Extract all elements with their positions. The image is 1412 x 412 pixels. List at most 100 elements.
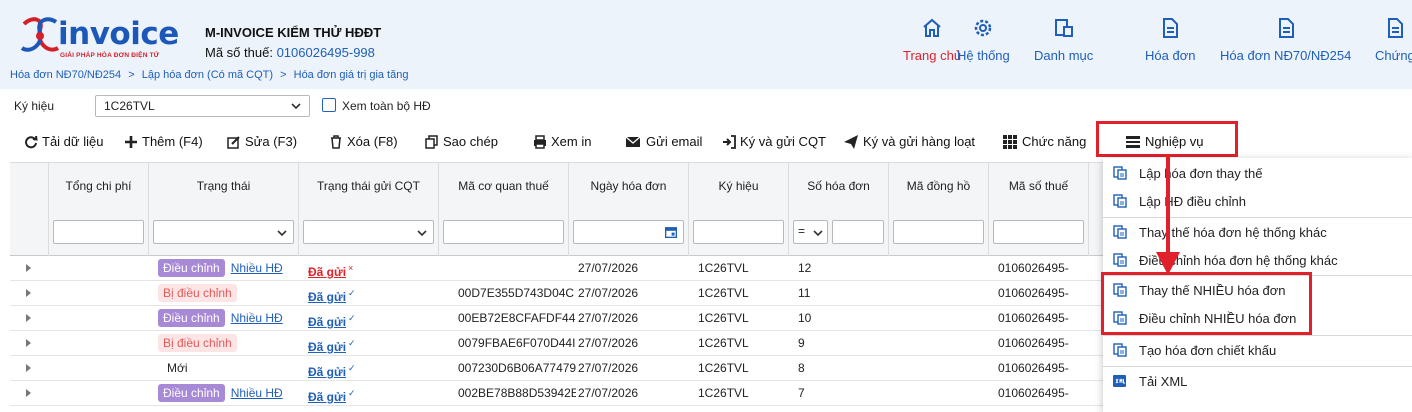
column-header-symbol[interactable]: Ký hiệu	[688, 162, 788, 210]
column-header-invoice-date[interactable]: Ngày hóa đơn	[568, 162, 688, 210]
nav-label: Hệ thống	[957, 48, 1010, 63]
tax-id-cell: 0106026495-	[998, 261, 1069, 275]
filter-cell: =	[788, 210, 888, 256]
status-cell: Bị điều chỉnh	[158, 281, 237, 306]
filter-total-cost-input[interactable]	[53, 220, 144, 244]
filter-cell	[48, 210, 148, 256]
menu-item-create-discount[interactable]: Tạo hóa đơn chiết khấu	[1103, 336, 1412, 364]
breadcrumb-separator: >	[128, 69, 135, 81]
filter-symbol-input[interactable]	[693, 220, 784, 244]
nav-label: Danh mục	[1034, 48, 1094, 63]
logo-tagline: GIẢI PHÁP HÓA ĐƠN ĐIỆN TỬ	[60, 52, 160, 59]
send-ok-icon: ✓	[348, 363, 356, 373]
cqt-sent-link[interactable]: Đã gửi	[308, 340, 346, 354]
expand-row-icon[interactable]	[26, 314, 31, 322]
nav-catalog[interactable]: Danh mục	[1034, 16, 1093, 63]
column-header-tax-id[interactable]: Mã số thuế	[988, 162, 1088, 210]
invoice-number-cell: 11	[798, 286, 811, 300]
bulk-sign-send-button[interactable]: Ký và gửi hàng loạt	[843, 134, 975, 149]
chevron-down-icon	[813, 230, 823, 237]
tax-id-cell: 0106026495-	[998, 386, 1069, 400]
breadcrumb: Hóa đơn NĐ70/NĐ254 > Lập hóa đơn (Có mã …	[10, 69, 412, 81]
cqt-sent-link[interactable]: Đã gửi	[308, 315, 346, 329]
filter-invoice-date-input[interactable]	[573, 220, 684, 244]
gear-icon	[975, 19, 992, 37]
expand-row-icon[interactable]	[26, 264, 31, 272]
show-all-checkbox[interactable]	[322, 98, 336, 112]
related-invoices-link[interactable]: Nhiều HĐ	[231, 261, 283, 275]
filter-status-select[interactable]	[153, 220, 294, 244]
filter-cell	[298, 210, 438, 256]
column-header-tax-authority-code[interactable]: Mã cơ quan thuế	[438, 162, 568, 210]
refresh-icon	[25, 135, 38, 148]
related-invoices-link[interactable]: Nhiều HĐ	[231, 311, 283, 325]
symbol-cell: 1C26TVL	[698, 261, 749, 275]
copy-icon	[425, 134, 438, 149]
reload-button[interactable]: Tải dữ liệu	[24, 134, 103, 149]
expand-row-icon[interactable]	[26, 364, 31, 372]
nav-system[interactable]: Hệ thống	[957, 16, 1010, 63]
symbol-cell: 1C26TVL	[698, 386, 749, 400]
tax-authority-code-cell: 002BE78B88D53942E	[458, 386, 576, 400]
send-ok-icon: ✓	[348, 288, 356, 298]
column-header-meter-code[interactable]: Mã đồng hồ	[888, 162, 988, 210]
cqt-sent-link[interactable]: Đã gửi	[308, 365, 346, 379]
tax-id-cell: 0106026495-	[998, 311, 1069, 325]
status-cell: Mới	[167, 361, 188, 375]
delete-button[interactable]: Xóa (F8)	[329, 134, 398, 149]
nav-home[interactable]: Trang chủ	[903, 16, 961, 63]
nav-certificate[interactable]: Chứng	[1375, 16, 1412, 63]
sign-send-cqt-button[interactable]: Ký và gửi CQT	[722, 134, 826, 149]
toolbar-label: Tải dữ liệu	[42, 134, 104, 149]
send-email-button[interactable]: Gửi email	[624, 134, 702, 149]
invoice-date-cell: 27/07/2026	[578, 361, 639, 375]
send-ok-icon: ✓	[348, 388, 356, 398]
tax-line: Mã số thuế: 0106026495-998	[205, 45, 375, 60]
kyhieu-value: 1C26TVL	[104, 99, 155, 113]
kyhieu-select[interactable]: 1C26TVL	[95, 95, 310, 117]
expand-row-icon[interactable]	[26, 339, 31, 347]
column-header-cqt-status[interactable]: Trạng thái gửi CQT	[298, 162, 438, 210]
minvoice-logo[interactable]: invoice GIẢI PHÁP HÓA ĐƠN ĐIỆN TỬ	[18, 14, 188, 60]
chevron-down-icon	[291, 103, 301, 110]
print-preview-button[interactable]: Xem in	[533, 134, 591, 149]
column-header-total-cost[interactable]: Tổng chi phí	[48, 162, 148, 210]
filter-tax-authority-code-input[interactable]	[443, 220, 564, 244]
breadcrumb-item[interactable]: Lập hóa đơn (Có mã CQT)	[142, 69, 273, 81]
breadcrumb-item[interactable]: Hóa đơn giá trị gia tăng	[294, 69, 409, 81]
expand-row-icon[interactable]	[26, 389, 31, 397]
menu-item-download-xml[interactable]: Tải XML	[1103, 367, 1412, 395]
cqt-status-cell: Đã gửi ✓	[308, 331, 356, 356]
nav-invoice[interactable]: Hóa đơn	[1145, 16, 1195, 63]
filter-tax-id-input[interactable]	[993, 220, 1084, 244]
toolbar-label: Chức năng	[1022, 134, 1087, 149]
document-icon	[1278, 18, 1294, 38]
status-cell: Điều chỉnh Nhiều HĐ	[158, 256, 283, 281]
filter-cqt-status-select[interactable]	[303, 220, 434, 244]
column-header-invoice-number[interactable]: Số hóa đơn	[788, 162, 888, 210]
edit-button[interactable]: Sửa (F3)	[227, 134, 297, 149]
expand-row-icon[interactable]	[26, 289, 31, 297]
cqt-sent-link[interactable]: Đã gửi	[308, 265, 346, 279]
symbol-cell: 1C26TVL	[698, 361, 749, 375]
filter-meter-code-input[interactable]	[893, 220, 984, 244]
cqt-sent-link[interactable]: Đã gửi	[308, 290, 346, 304]
cqt-status-cell: Đã gửi ✓	[308, 281, 356, 306]
tax-authority-code-cell: 0079FBAE6F070D44I	[458, 336, 576, 350]
copy-button[interactable]: Sao chép	[425, 134, 498, 149]
filter-number-input[interactable]	[832, 220, 884, 244]
add-button[interactable]: Thêm (F4)	[124, 134, 203, 149]
cqt-sent-link[interactable]: Đã gửi	[308, 390, 346, 404]
chevron-down-icon	[277, 230, 287, 237]
trash-icon	[331, 134, 341, 149]
nav-invoice-nd70[interactable]: Hóa đơn NĐ70/NĐ254	[1220, 16, 1351, 63]
catalog-icon	[1054, 19, 1073, 37]
toolbar-label: Gửi email	[646, 134, 703, 149]
calendar-icon[interactable]	[665, 226, 677, 238]
column-header-status[interactable]: Trạng thái	[148, 162, 298, 210]
kyhieu-label: Ký hiệu	[14, 99, 55, 113]
breadcrumb-item[interactable]: Hóa đơn NĐ70/NĐ254	[10, 69, 121, 81]
related-invoices-link[interactable]: Nhiều HĐ	[231, 386, 283, 400]
filter-number-operator-select[interactable]: =	[793, 220, 828, 244]
functions-button[interactable]: Chức năng	[1002, 134, 1086, 149]
